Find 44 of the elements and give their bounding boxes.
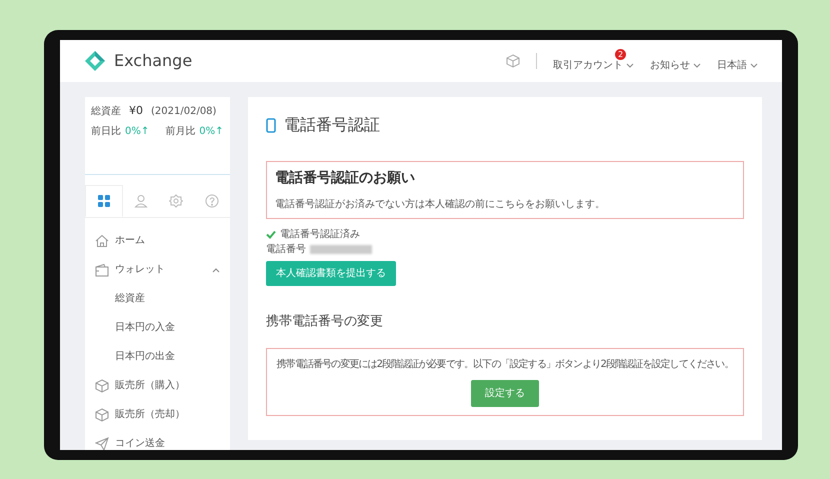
- logo-icon: [84, 50, 106, 72]
- person-icon: [134, 194, 148, 208]
- total-value: ¥0: [129, 103, 143, 119]
- settings-icon: [169, 194, 184, 208]
- change-label: 前月比: [165, 124, 196, 138]
- notice-text: 電話番号認証がお済みでない方は本人確認の前にこちらをお願いします。: [275, 198, 606, 212]
- sidebar-subitem[interactable]: 日本円の出金: [85, 342, 230, 371]
- chevron-icon: [626, 62, 634, 69]
- verification-status: 電話番号認証済み: [280, 228, 360, 242]
- header-menu[interactable]: 日本語: [717, 49, 758, 73]
- help-icon: [205, 194, 220, 208]
- sidebar-subitem[interactable]: 日本円の入金: [85, 313, 230, 342]
- cube-icon: [95, 408, 109, 422]
- section-title: 携帯電話番号の変更: [266, 313, 384, 331]
- sidebar-subitem[interactable]: 総資産: [85, 284, 230, 313]
- summary-label: 総資産: [91, 104, 121, 119]
- sidebar-item[interactable]: ホーム: [85, 226, 230, 255]
- change-value: 0%↑: [125, 124, 150, 138]
- sidebar-item[interactable]: 販売所（購入）: [85, 371, 230, 400]
- brand-name: Exchange: [114, 50, 192, 72]
- cube-icon: [506, 54, 520, 68]
- page-title: 電話番号認証: [284, 114, 380, 136]
- notice-title: 電話番号認証のお願い: [275, 169, 416, 188]
- header-menu[interactable]: お知らせ: [650, 49, 701, 73]
- paper-plane-icon: [95, 436, 109, 450]
- chevron-icon: [750, 62, 758, 69]
- sidebar-item[interactable]: ウォレット: [85, 255, 230, 284]
- change-label: 前日比: [91, 124, 121, 138]
- phone-icon: [266, 118, 276, 132]
- change-value: 0%↑: [199, 124, 224, 138]
- sidebar-item[interactable]: 販売所（売却）: [85, 400, 230, 429]
- summary-date: (2021/02/08): [151, 105, 216, 119]
- notice-text: 携帯電話番号の変更には2段階認証が必要です。以下の「設定する」ボタンより2段階認証を設定してください。: [276, 358, 734, 372]
- sidebar-item[interactable]: コイン送金: [85, 429, 230, 450]
- cube-icon: [95, 378, 109, 392]
- grid-icon: [96, 194, 111, 208]
- redacted-phone-number: [310, 245, 372, 254]
- phone-label: 電話番号: [266, 242, 306, 257]
- wallet-icon: [95, 262, 109, 276]
- sidebar-tab[interactable]: [85, 185, 123, 217]
- home-icon: [95, 234, 109, 248]
- header-menu[interactable]: 取引アカウント 2: [553, 49, 634, 73]
- chevron-icon: [693, 62, 701, 69]
- notification-badge: 2: [615, 49, 626, 60]
